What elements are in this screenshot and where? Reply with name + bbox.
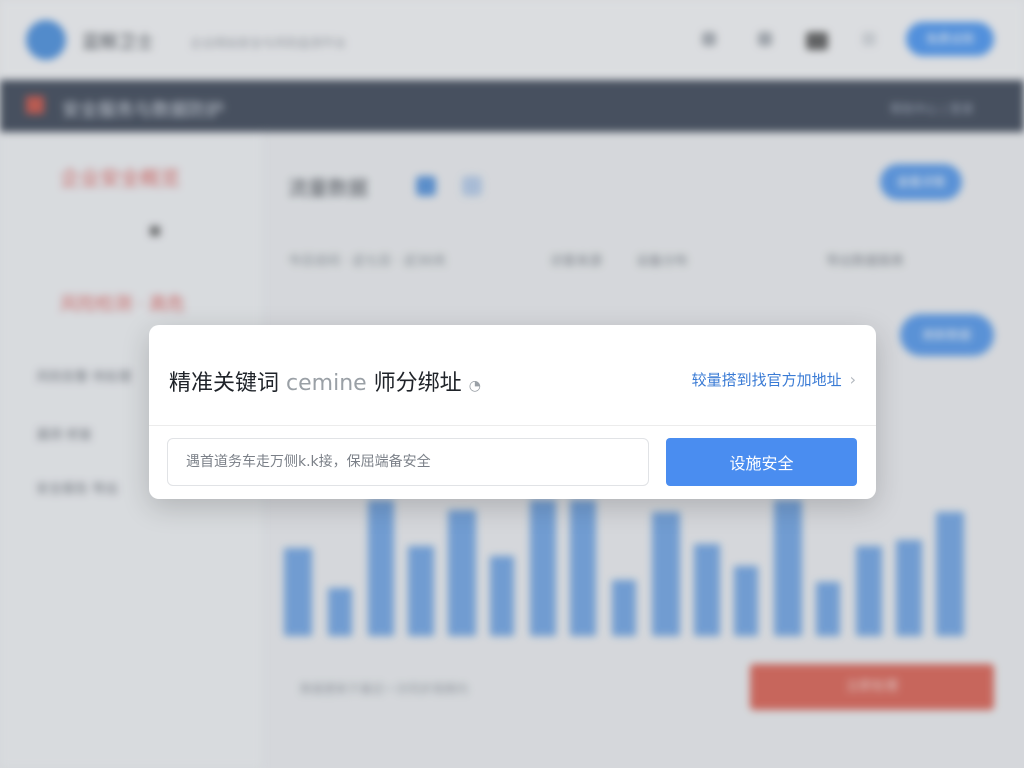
- cursor-icon: ◔: [468, 378, 481, 394]
- modal-header: 精准关键词 cemine 师分绑址 ◔ 较量搭到找官方加地址 ›: [149, 325, 876, 426]
- security-button[interactable]: 设施安全: [666, 438, 857, 486]
- security-input[interactable]: [167, 438, 649, 486]
- official-address-link-label[interactable]: 较量搭到找官方加地址: [692, 369, 842, 390]
- modal-title-mid: cemine: [286, 371, 367, 396]
- modal-title: 精准关键词 cemine 师分绑址 ◔: [169, 365, 481, 397]
- official-address-link[interactable]: 较量搭到找官方加地址 ›: [692, 369, 856, 390]
- chevron-right-icon[interactable]: ›: [850, 370, 856, 389]
- modal-dialog: 精准关键词 cemine 师分绑址 ◔ 较量搭到找官方加地址 › 设施安全: [149, 325, 876, 499]
- modal-title-tail: 师分绑址: [373, 371, 462, 396]
- modal-title-main: 精准关键词: [169, 371, 280, 396]
